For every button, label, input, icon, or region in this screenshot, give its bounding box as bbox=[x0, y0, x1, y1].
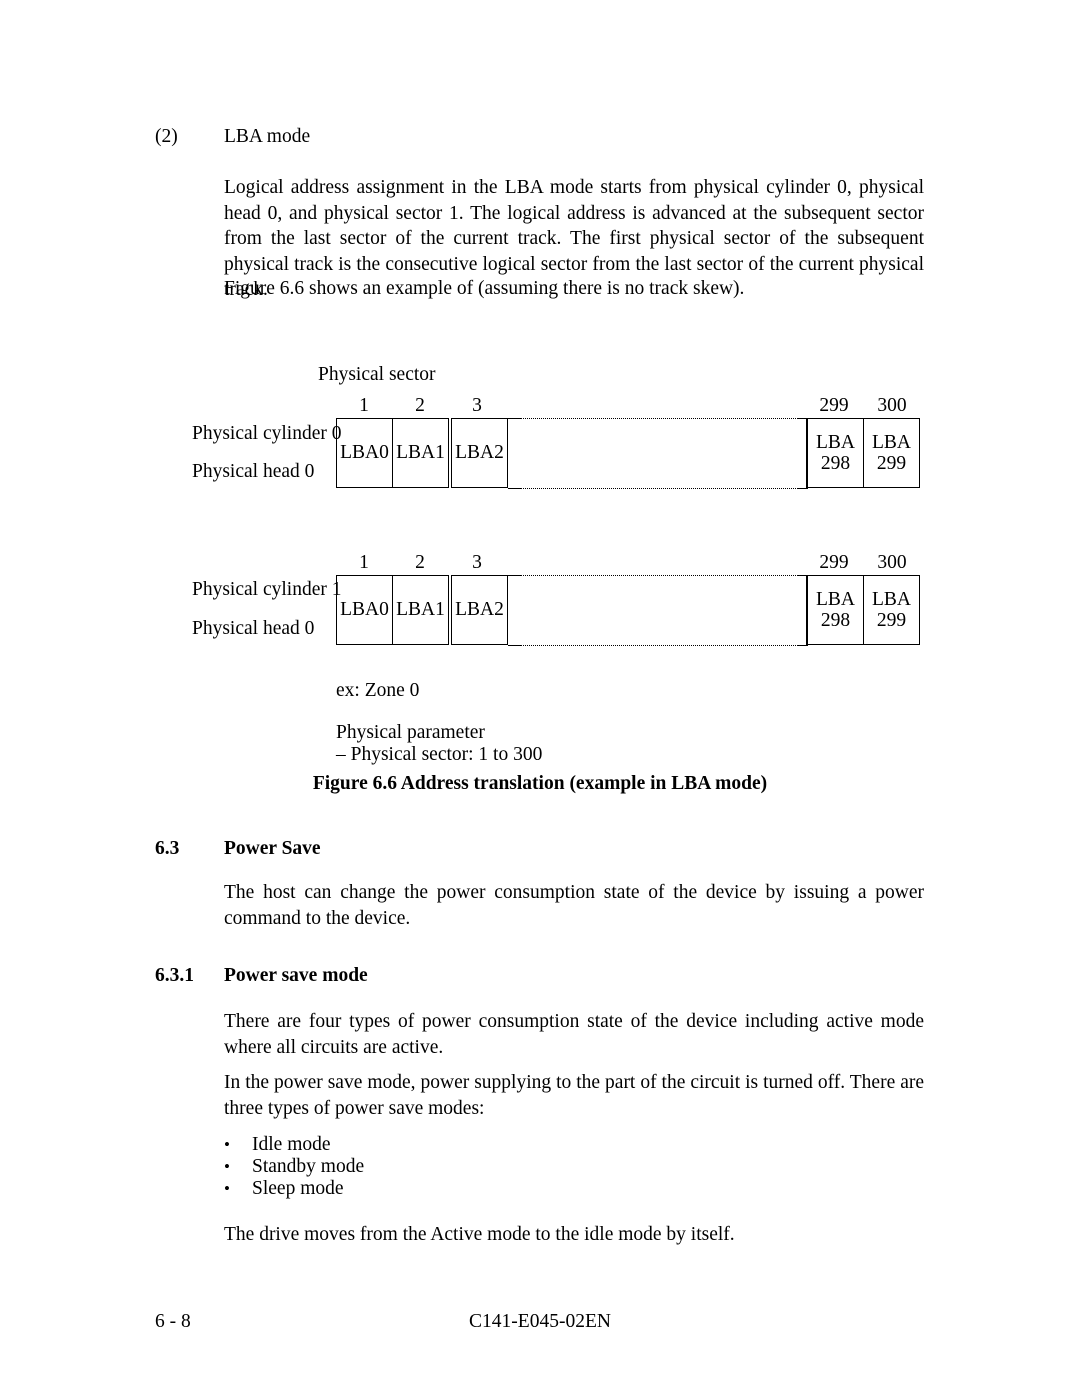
paragraph-power-save-intro: The host can change the power consumptio… bbox=[224, 882, 924, 929]
sector-cell-label: LBA 299 bbox=[864, 432, 919, 474]
sector-cell-lba0-track0: LBA0 bbox=[336, 418, 393, 488]
figure-note-example: ex: Zone 0 bbox=[336, 680, 420, 701]
sector-cell-label-line1: LBA bbox=[872, 432, 911, 453]
sector-number-1: 1 bbox=[359, 395, 369, 416]
sector-cell-label-line1: LBA bbox=[816, 432, 855, 453]
sector-cell-label: LBA1 bbox=[396, 599, 445, 620]
paragraph-figure-reference: Figure 6.6 shows an example of (assuming… bbox=[224, 278, 745, 299]
track-continuation-dotted-top bbox=[520, 418, 798, 419]
track-continuation-dotted-bottom bbox=[520, 488, 798, 489]
paragraph-drive-moves: The drive moves from the Active mode to … bbox=[224, 1224, 735, 1245]
track-label-physical-cylinder-0: Physical cylinder 0 bbox=[192, 423, 342, 444]
list-marker-2: (2) bbox=[155, 126, 178, 147]
list-item-label: Idle mode bbox=[252, 1134, 331, 1155]
sector-cell-label-line2: 298 bbox=[820, 453, 851, 474]
track-label-physical-head-0-track1: Physical head 0 bbox=[192, 618, 315, 639]
sector-number-300: 300 bbox=[877, 395, 907, 416]
figure-axis-label-physical-sector: Physical sector bbox=[318, 364, 436, 385]
track-rule-stub-bottom-left-track1 bbox=[508, 645, 520, 646]
sector-cell-label: LBA 298 bbox=[808, 589, 863, 631]
sector-cell-label: LBA 298 bbox=[808, 432, 863, 474]
sector-number-300-track1: 300 bbox=[877, 552, 907, 573]
sector-number-299: 299 bbox=[819, 395, 849, 416]
sector-number-2: 2 bbox=[415, 395, 425, 416]
sector-number-299-track1: 299 bbox=[819, 552, 849, 573]
section-number-6-3: 6.3 bbox=[155, 838, 180, 859]
sector-number-3: 3 bbox=[472, 395, 482, 416]
sector-cell-lba299-track1: LBA 299 bbox=[863, 575, 920, 645]
sector-cell-lba2-track0: LBA2 bbox=[451, 418, 508, 488]
track-label-physical-cylinder-1: Physical cylinder 1 bbox=[192, 579, 342, 600]
track-continuation-dotted-bottom-track1 bbox=[520, 645, 798, 646]
section-title-power-save: Power Save bbox=[224, 838, 321, 859]
sector-cell-label: LBA1 bbox=[396, 442, 445, 463]
sector-number-2-track1: 2 bbox=[415, 552, 425, 573]
sector-cell-label: LBA0 bbox=[340, 442, 389, 463]
list-item-label: Standby mode bbox=[252, 1156, 365, 1177]
bullet-icon: • bbox=[224, 1135, 230, 1154]
sector-cell-label-line1: LBA bbox=[816, 589, 855, 610]
sector-cell-lba1-track0: LBA1 bbox=[392, 418, 449, 488]
sector-cell-lba298-track1: LBA 298 bbox=[807, 575, 864, 645]
list-item-sleep-mode: • Sleep mode bbox=[224, 1178, 344, 1200]
paragraph-power-save-modes: In the power save mode, power supplying … bbox=[224, 1072, 924, 1119]
track-rule-stub-bottom-left bbox=[508, 488, 520, 489]
list-item-idle-mode: • Idle mode bbox=[224, 1134, 331, 1156]
list-item-title-lba-mode: LBA mode bbox=[224, 126, 311, 147]
section-title-power-save-mode: Power save mode bbox=[224, 965, 368, 986]
section-number-6-3-1: 6.3.1 bbox=[155, 965, 194, 986]
sector-cell-lba299-track0: LBA 299 bbox=[863, 418, 920, 488]
list-item-standby-mode: • Standby mode bbox=[224, 1156, 364, 1178]
bullet-icon: • bbox=[224, 1179, 230, 1198]
sector-cell-lba1-track1: LBA1 bbox=[392, 575, 449, 645]
track-rule-stub-top-left bbox=[508, 418, 520, 419]
figure-note-parameter-title: Physical parameter bbox=[336, 722, 485, 743]
sector-cell-label-line2: 299 bbox=[876, 610, 907, 631]
sector-cell-label: LBA2 bbox=[455, 599, 504, 620]
figure-caption: Figure 6.6 Address translation (example … bbox=[312, 773, 768, 794]
track-rule-stub-top-left-track1 bbox=[508, 575, 520, 576]
figure-note-parameter-line: – Physical sector: 1 to 300 bbox=[336, 744, 543, 765]
sector-cell-lba298-track0: LBA 298 bbox=[807, 418, 864, 488]
track-label-physical-head-0: Physical head 0 bbox=[192, 461, 315, 482]
sector-cell-lba0-track1: LBA0 bbox=[336, 575, 393, 645]
paragraph-four-types: There are four types of power consumptio… bbox=[224, 1011, 924, 1058]
document-page: (2) LBA mode Logical address assignment … bbox=[0, 0, 1080, 1397]
footer-document-number: C141-E045-02EN bbox=[469, 1311, 611, 1332]
track-continuation-dotted-top-track1 bbox=[520, 575, 798, 576]
sector-cell-label: LBA0 bbox=[340, 599, 389, 620]
sector-cell-label: LBA 299 bbox=[864, 589, 919, 631]
sector-cell-label-line2: 299 bbox=[876, 453, 907, 474]
sector-cell-lba2-track1: LBA2 bbox=[451, 575, 508, 645]
sector-number-1-track1: 1 bbox=[359, 552, 369, 573]
list-item-label: Sleep mode bbox=[252, 1178, 344, 1199]
sector-cell-label: LBA2 bbox=[455, 442, 504, 463]
bullet-icon: • bbox=[224, 1157, 230, 1176]
sector-number-3-track1: 3 bbox=[472, 552, 482, 573]
sector-cell-label-line1: LBA bbox=[872, 589, 911, 610]
sector-cell-label-line2: 298 bbox=[820, 610, 851, 631]
